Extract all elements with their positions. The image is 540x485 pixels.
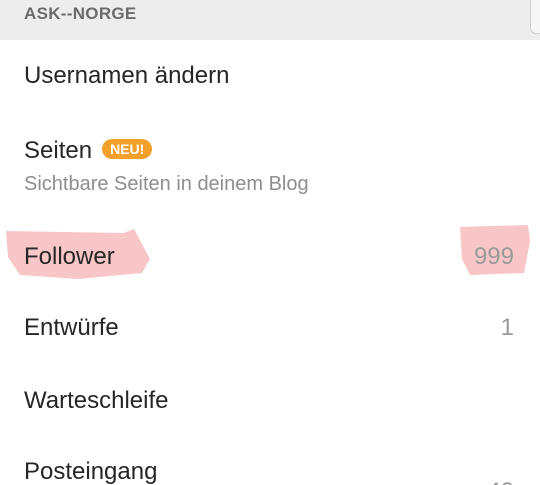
menu-item-queue[interactable]: Warteschleife <box>0 365 540 440</box>
followers-label: Follower <box>24 243 115 270</box>
menu-item-inbox[interactable]: Posteingang 40 <box>0 440 540 485</box>
blog-section-header: ASK--NORGE <box>0 0 540 40</box>
followers-count: 999 <box>473 243 514 270</box>
inbox-count: 40 <box>487 478 514 485</box>
queue-label: Warteschleife <box>24 387 169 414</box>
drafts-count: 1 <box>500 314 514 341</box>
menu-item-change-username[interactable]: Usernamen ändern <box>0 40 540 115</box>
new-badge: NEU! <box>102 139 153 159</box>
blog-name-header: ASK--NORGE <box>24 4 137 23</box>
change-username-label: Usernamen ändern <box>24 62 230 89</box>
pages-label: Seiten <box>24 137 93 164</box>
header-card-edge <box>530 0 540 34</box>
menu-item-drafts[interactable]: Entwürfe 1 <box>0 290 540 365</box>
menu-item-followers[interactable]: Follower 999 <box>0 215 540 290</box>
inbox-label: Posteingang <box>24 458 158 485</box>
pages-subtitle: Sichtbare Seiten in deinem Blog <box>24 173 309 195</box>
menu-item-pages[interactable]: Seiten NEU! Sichtbare Seiten in deinem Bl… <box>0 115 540 215</box>
drafts-label: Entwürfe <box>24 314 119 341</box>
pages-label-wrap: Seiten NEU! <box>24 137 153 165</box>
